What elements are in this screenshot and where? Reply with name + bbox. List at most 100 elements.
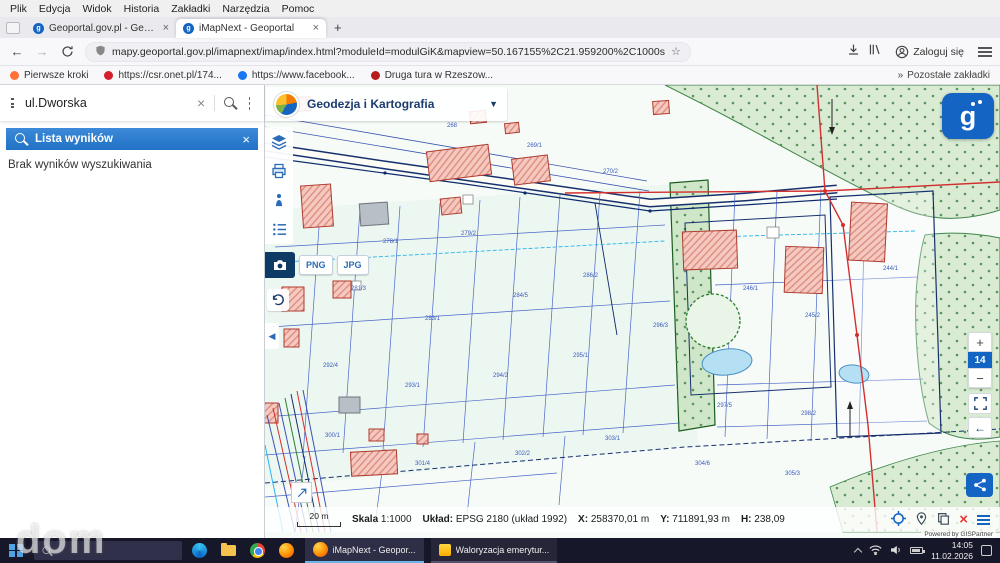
layers-icon[interactable] — [271, 134, 287, 150]
collapse-panel-icon[interactable]: ◀ — [265, 323, 279, 349]
time-label: 14:05 — [952, 540, 973, 550]
zoom-out-button[interactable]: − — [968, 368, 992, 388]
results-search-icon — [14, 132, 28, 146]
refresh-icon[interactable] — [56, 41, 78, 63]
new-tab-button[interactable]: + — [326, 20, 350, 38]
svg-text:301/4: 301/4 — [415, 461, 431, 467]
taskbar-window-imapnext[interactable]: iMapNext - Geopor... — [305, 538, 424, 563]
taskbar-chrome-icon[interactable] — [247, 539, 269, 563]
clear-search-icon[interactable]: × — [197, 96, 205, 110]
browser-menu-bar: Plik Edycja Widok Historia Zakładki Narz… — [0, 0, 1000, 17]
bookmark-star-icon[interactable]: ☆ — [671, 45, 681, 58]
svg-text:269/1: 269/1 — [527, 143, 543, 149]
more-options-icon[interactable] — [249, 102, 250, 105]
start-button[interactable] — [9, 544, 23, 558]
location-pin-icon[interactable] — [915, 512, 928, 528]
geoportal-logo-button[interactable]: g — [942, 93, 994, 139]
zoom-level-badge: 14 — [968, 352, 992, 368]
tab-close-icon[interactable]: × — [313, 23, 319, 34]
forward-icon[interactable]: → — [31, 41, 53, 63]
fullscreen-icon[interactable] — [968, 393, 992, 414]
tray-expand-icon[interactable] — [854, 547, 862, 555]
jpg-button[interactable]: JPG — [337, 255, 369, 275]
clock[interactable]: 14:05 11.02.2026 — [931, 540, 973, 560]
chevron-double-icon: » — [898, 70, 904, 81]
search-icon[interactable] — [223, 96, 237, 110]
module-selector-bar: Geodezja i Kartografia ▼ — [265, 87, 507, 121]
empty-results-message: Brak wyników wyszukiwania — [8, 159, 152, 171]
menu-historia[interactable]: Historia — [118, 3, 166, 15]
taskbar-folder-icon[interactable] — [218, 539, 240, 563]
close-status-icon[interactable]: × — [959, 512, 968, 527]
login-button[interactable]: Zaloguj się — [889, 43, 970, 61]
legend-icon[interactable] — [271, 221, 287, 237]
library-icon[interactable] — [868, 43, 881, 61]
menu-edycja[interactable]: Edycja — [33, 3, 77, 15]
taskbar-search-box[interactable] — [34, 541, 182, 560]
logo-glyph: g — [960, 101, 977, 132]
tab-geoportal-home[interactable]: g Geoportal.gov.pl - Geoportal In × — [26, 19, 176, 38]
module-dropdown[interactable]: Geodezja i Kartografia — [307, 97, 481, 111]
taskbar-firefox-icon[interactable] — [276, 539, 298, 563]
wifi-icon[interactable] — [869, 542, 882, 560]
shield-icon[interactable] — [95, 43, 106, 61]
svg-text:292/4: 292/4 — [323, 363, 339, 369]
close-results-icon[interactable]: × — [242, 132, 250, 147]
bookmark-item[interactable]: Druga tura w Rzeszow... — [371, 70, 493, 81]
svg-text:305/3: 305/3 — [785, 471, 801, 477]
svg-text:303/1: 303/1 — [605, 436, 621, 442]
firefox-view-icon[interactable] — [6, 22, 20, 34]
browser-menu-icon[interactable] — [978, 47, 992, 57]
undo-icon[interactable] — [267, 289, 289, 311]
cadastral-map[interactable]: 278/1279/2281/3283/1284/5286/2292/4293/1… — [265, 85, 1000, 538]
taskbar-window-waloryzacja[interactable]: Waloryzacja emerytur... — [431, 538, 558, 563]
menu-zakladki[interactable]: Zakładki — [165, 3, 216, 15]
menu-plik[interactable]: Plik — [4, 3, 33, 15]
camera-icon[interactable] — [265, 252, 295, 278]
notification-center-icon[interactable] — [981, 545, 992, 556]
tab-close-icon[interactable]: × — [163, 23, 169, 34]
url-bar[interactable]: mapy.geoportal.gov.pl/imapnext/imap/inde… — [85, 42, 691, 62]
svg-text:281/3: 281/3 — [351, 286, 367, 292]
previous-view-icon[interactable]: ← — [968, 417, 992, 438]
open-in-new-icon[interactable] — [291, 482, 312, 503]
date-label: 11.02.2026 — [931, 551, 973, 561]
zoom-in-button[interactable]: + — [968, 332, 992, 352]
panel-menu-icon[interactable] — [11, 98, 14, 108]
other-bookmarks-button[interactable]: » Pozostałe zakładki — [898, 70, 990, 81]
search-input[interactable] — [23, 95, 188, 111]
download-icon[interactable] — [847, 43, 860, 61]
copy-coordinates-icon[interactable] — [937, 512, 950, 528]
search-row: × — [0, 85, 264, 121]
speaker-icon[interactable] — [890, 542, 902, 560]
tab-bar: g Geoportal.gov.pl - Geoportal In × g iM… — [0, 17, 1000, 38]
menu-narzedzia[interactable]: Narzędzia — [216, 3, 275, 15]
tab-imapnext[interactable]: g iMapNext - Geoportal × — [176, 19, 326, 38]
street-view-icon[interactable] — [271, 192, 287, 208]
account-icon — [895, 45, 909, 59]
status-menu-icon[interactable] — [977, 515, 990, 525]
menu-widok[interactable]: Widok — [76, 3, 117, 15]
back-icon[interactable]: ← — [6, 41, 28, 63]
png-button[interactable]: PNG — [299, 255, 333, 275]
chevron-down-icon[interactable]: ▼ — [489, 99, 498, 109]
search-icon — [41, 545, 52, 556]
share-icon[interactable] — [966, 473, 993, 497]
menu-pomoc[interactable]: Pomoc — [276, 3, 321, 15]
logo-dots — [978, 100, 982, 104]
scale-bar: 20 m — [297, 512, 341, 526]
zoom-control: + 14 − — [968, 332, 992, 388]
map-viewport[interactable]: 278/1279/2281/3283/1284/5286/2292/4293/1… — [265, 85, 1000, 538]
results-body: Brak wyników wyszukiwania — [0, 150, 264, 180]
powered-by-label: Powered by GISPartner — [921, 531, 996, 538]
bookmark-item[interactable]: https://csr.onet.pl/174... — [104, 70, 221, 81]
x-coordinate: X: 258370,01 m — [578, 514, 649, 525]
center-map-icon[interactable] — [891, 511, 906, 529]
print-icon[interactable] — [271, 163, 287, 179]
bookmark-item[interactable]: Pierwsze kroki — [10, 70, 88, 81]
bookmark-item[interactable]: https://www.facebook... — [238, 70, 355, 81]
tab-label: iMapNext - Geoportal — [199, 23, 308, 34]
svg-text:245/2: 245/2 — [805, 313, 821, 319]
battery-icon[interactable] — [910, 547, 923, 554]
taskbar-edge-icon[interactable] — [189, 539, 211, 563]
